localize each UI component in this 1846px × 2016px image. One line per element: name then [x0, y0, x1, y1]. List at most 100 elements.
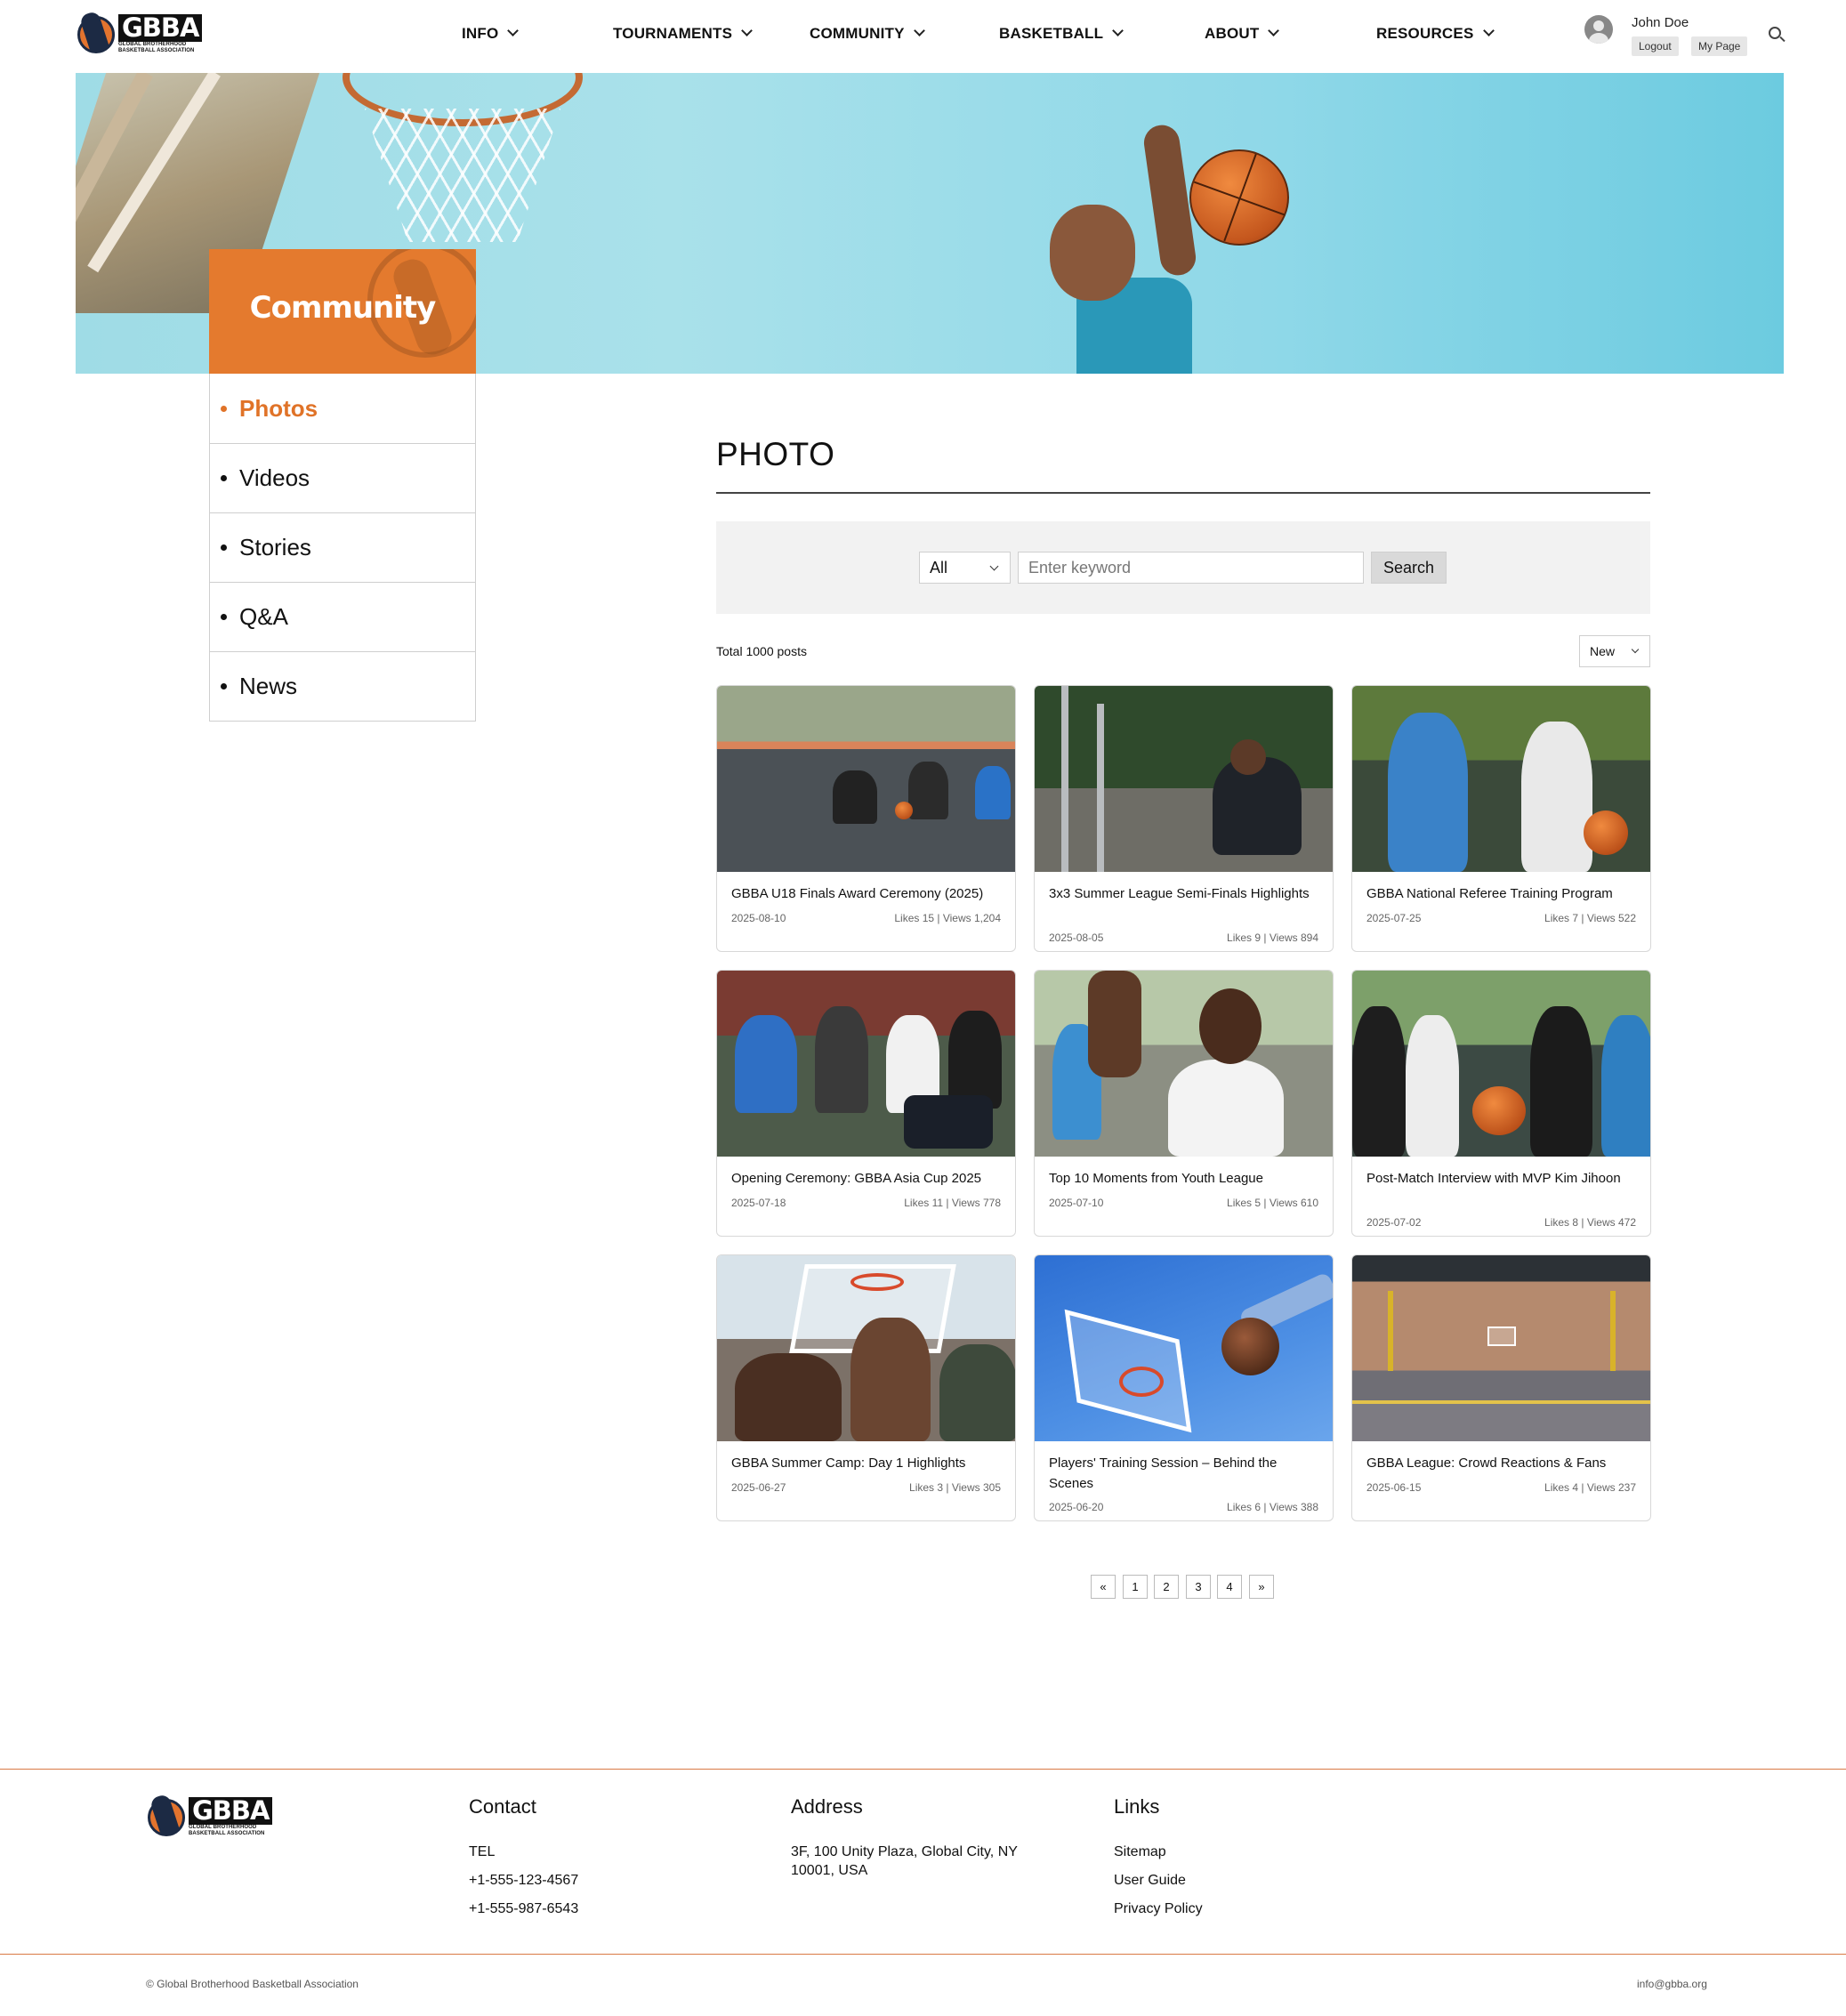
photo-thumbnail — [1352, 971, 1650, 1157]
footer-email[interactable]: info@gbba.org — [1637, 1978, 1707, 1990]
card-stats: Likes 6 | Views 388 — [1227, 1501, 1318, 1513]
nav-label: COMMUNITY — [810, 25, 905, 42]
card-stats: Likes 7 | Views 522 — [1544, 912, 1636, 924]
pagination-page[interactable]: 2 — [1154, 1575, 1179, 1599]
sidebar-item-qa[interactable]: Q&A — [210, 582, 475, 651]
sidebar-item-label: Photos — [239, 394, 318, 422]
chevron-down-icon — [1482, 25, 1495, 36]
footer-tel-label: TEL — [469, 1844, 496, 1859]
nav-basketball[interactable]: BASKETBALL — [999, 25, 1125, 43]
avatar[interactable] — [1584, 15, 1613, 44]
card-date: 2025-08-10 — [731, 912, 786, 924]
footer-divider — [0, 1769, 1846, 1770]
nav-label: RESOURCES — [1376, 25, 1474, 42]
nav-label: BASKETBALL — [999, 25, 1104, 42]
basketball-image — [1189, 149, 1289, 246]
chevron-down-icon — [1268, 25, 1280, 36]
card-title: Top 10 Moments from Youth League — [1049, 1171, 1263, 1186]
nav-label: TOURNAMENTS — [613, 25, 733, 42]
site-header: GBBA GLOBAL BROTHERHOOD BASKETBALL ASSOC… — [0, 0, 1846, 73]
card-title: Post-Match Interview with MVP Kim Jihoon — [1366, 1171, 1621, 1186]
footer-divider — [0, 1954, 1846, 1955]
footer-links-title: Links — [1114, 1795, 1160, 1818]
site-logo[interactable]: GBBA GLOBAL BROTHERHOOD BASKETBALL ASSOC… — [76, 10, 203, 57]
pagination-page[interactable]: 1 — [1123, 1575, 1148, 1599]
total-posts-count: Total 1000 posts — [716, 644, 807, 658]
footer-contact-title: Contact — [469, 1795, 536, 1818]
footer-address-line: 3F, 100 Unity Plaza, Global City, NY — [791, 1844, 1018, 1859]
search-panel: All Search — [716, 521, 1650, 614]
sidebar-item-photos[interactable]: Photos — [210, 374, 475, 443]
footer-link-sitemap[interactable]: Sitemap — [1114, 1843, 1166, 1861]
card-title: GBBA Summer Camp: Day 1 Highlights — [731, 1456, 966, 1471]
card-date: 2025-07-25 — [1366, 912, 1422, 924]
card-stats: Likes 9 | Views 894 — [1227, 931, 1318, 944]
search-input[interactable] — [1018, 552, 1364, 584]
category-select[interactable]: All — [919, 552, 1011, 584]
chevron-down-icon — [1631, 645, 1640, 654]
sidebar-item-stories[interactable]: Stories — [210, 512, 475, 582]
pagination-first[interactable]: « — [1091, 1575, 1116, 1599]
pagination-page[interactable]: 4 — [1217, 1575, 1242, 1599]
card-title: GBBA U18 Finals Award Ceremony (2025) — [731, 886, 984, 901]
footer-logo[interactable]: GBBA GLOBAL BROTHERHOOD BASKETBALL ASSOC… — [146, 1793, 273, 1840]
photo-thumbnail — [1035, 686, 1333, 872]
search-icon[interactable] — [1769, 27, 1786, 43]
footer-address-title: Address — [791, 1795, 863, 1818]
basketball-player-logo-icon — [76, 10, 117, 57]
card-date: 2025-07-02 — [1366, 1216, 1422, 1229]
photo-card[interactable]: GBBA Summer Camp: Day 1 Highlights 2025-… — [716, 1254, 1016, 1521]
photo-thumbnail — [717, 971, 1015, 1157]
card-stats: Likes 4 | Views 237 — [1544, 1481, 1636, 1494]
photo-thumbnail — [717, 686, 1015, 872]
pagination-last[interactable]: » — [1249, 1575, 1274, 1599]
photo-thumbnail — [1035, 971, 1333, 1157]
photo-card[interactable]: GBBA National Referee Training Program 2… — [1351, 685, 1651, 952]
photo-card[interactable]: Opening Ceremony: GBBA Asia Cup 2025 202… — [716, 970, 1016, 1237]
nav-tournaments[interactable]: TOURNAMENTS — [613, 25, 753, 43]
logout-button[interactable]: Logout — [1632, 36, 1679, 56]
section-title-box: Community — [209, 249, 476, 374]
logo-wordmark: GBBA — [118, 13, 203, 42]
footer-link-user-guide[interactable]: User Guide — [1114, 1871, 1186, 1890]
photo-thumbnail — [1352, 686, 1650, 872]
sort-select[interactable]: New — [1579, 635, 1650, 667]
photo-card[interactable]: Post-Match Interview with MVP Kim Jihoon… — [1351, 970, 1651, 1237]
footer-phone: +1-555-987-6543 — [469, 1901, 579, 1916]
sidebar-item-news[interactable]: News — [210, 651, 475, 721]
card-stats: Likes 15 | Views 1,204 — [894, 912, 1001, 924]
logo-subtext: BASKETBALL ASSOCIATION — [118, 47, 195, 53]
bullet-icon — [221, 405, 227, 412]
nav-info[interactable]: INFO — [462, 25, 520, 43]
sidebar-item-label: Videos — [239, 464, 310, 491]
photo-card[interactable]: Players' Training Session – Behind the S… — [1034, 1254, 1334, 1521]
card-title: 3x3 Summer League Semi-Finals Highlights — [1049, 886, 1310, 901]
bullet-icon — [221, 544, 227, 551]
footer-address-line: 10001, USA — [791, 1863, 868, 1878]
photo-card[interactable]: 3x3 Summer League Semi-Finals Highlights… — [1034, 685, 1334, 952]
sidebar-menu: Photos Videos Stories Q&A News — [209, 374, 476, 722]
pagination-page[interactable]: 3 — [1186, 1575, 1211, 1599]
bullet-icon — [221, 475, 227, 481]
photo-card[interactable]: GBBA League: Crowd Reactions & Fans 2025… — [1351, 1254, 1651, 1521]
sidebar-item-videos[interactable]: Videos — [210, 443, 475, 512]
search-button[interactable]: Search — [1371, 552, 1447, 584]
page-title: PHOTO — [716, 436, 835, 472]
copyright: © Global Brotherhood Basketball Associat… — [146, 1978, 359, 1990]
sidebar-item-label: News — [239, 673, 298, 699]
section-title: Community — [249, 290, 437, 326]
nav-about[interactable]: ABOUT — [1205, 25, 1280, 43]
card-title: GBBA National Referee Training Program — [1366, 886, 1613, 901]
card-date: 2025-07-10 — [1049, 1197, 1104, 1209]
card-date: 2025-07-18 — [731, 1197, 786, 1209]
photo-card[interactable]: Top 10 Moments from Youth League 2025-07… — [1034, 970, 1334, 1237]
hoop-net-image — [365, 109, 560, 242]
photo-card[interactable]: GBBA U18 Finals Award Ceremony (2025) 20… — [716, 685, 1016, 952]
card-stats: Likes 8 | Views 472 — [1544, 1216, 1636, 1229]
nav-community[interactable]: COMMUNITY — [810, 25, 925, 43]
footer-link-privacy-policy[interactable]: Privacy Policy — [1114, 1899, 1203, 1918]
chevron-down-icon — [1112, 25, 1125, 36]
card-date: 2025-06-27 — [731, 1481, 786, 1494]
my-page-button[interactable]: My Page — [1691, 36, 1748, 56]
nav-resources[interactable]: RESOURCES — [1376, 25, 1495, 43]
